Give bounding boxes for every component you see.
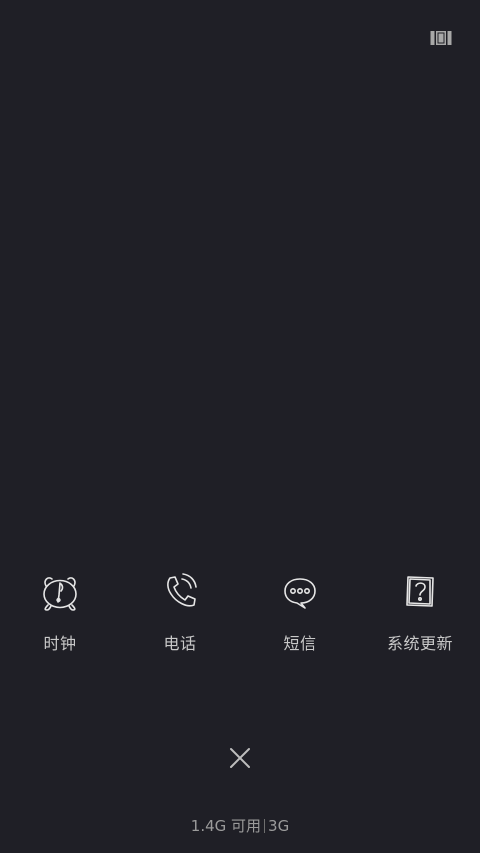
app-system-update[interactable]: 系统更新: [360, 568, 480, 654]
close-icon: [230, 748, 250, 768]
message-icon: [276, 568, 324, 616]
system-update-icon: [396, 568, 444, 616]
recent-apps-row: 时钟 电话 短信 系统更新: [0, 568, 480, 654]
recent-apps-screen: 时钟 电话 短信 系统更新 1.4G 可用 3G: [0, 0, 480, 853]
app-phone[interactable]: 电话: [120, 568, 240, 654]
app-messages[interactable]: 短信: [240, 568, 360, 654]
memory-status: 1.4G 可用 3G: [0, 815, 480, 836]
clock-icon: [36, 568, 84, 616]
app-label-clock: 时钟: [43, 634, 77, 653]
phone-icon: [156, 568, 204, 616]
memory-separator: [264, 819, 266, 833]
recent-apps-icon[interactable]: [430, 28, 452, 48]
memory-total: 3G: [268, 817, 290, 835]
app-label-system-update: 系统更新: [386, 634, 453, 653]
app-clock[interactable]: 时钟: [0, 568, 120, 654]
app-label-messages: 短信: [283, 634, 317, 653]
close-all-button[interactable]: [221, 739, 259, 777]
memory-available: 1.4G 可用: [190, 817, 262, 835]
app-label-phone: 电话: [163, 634, 197, 653]
